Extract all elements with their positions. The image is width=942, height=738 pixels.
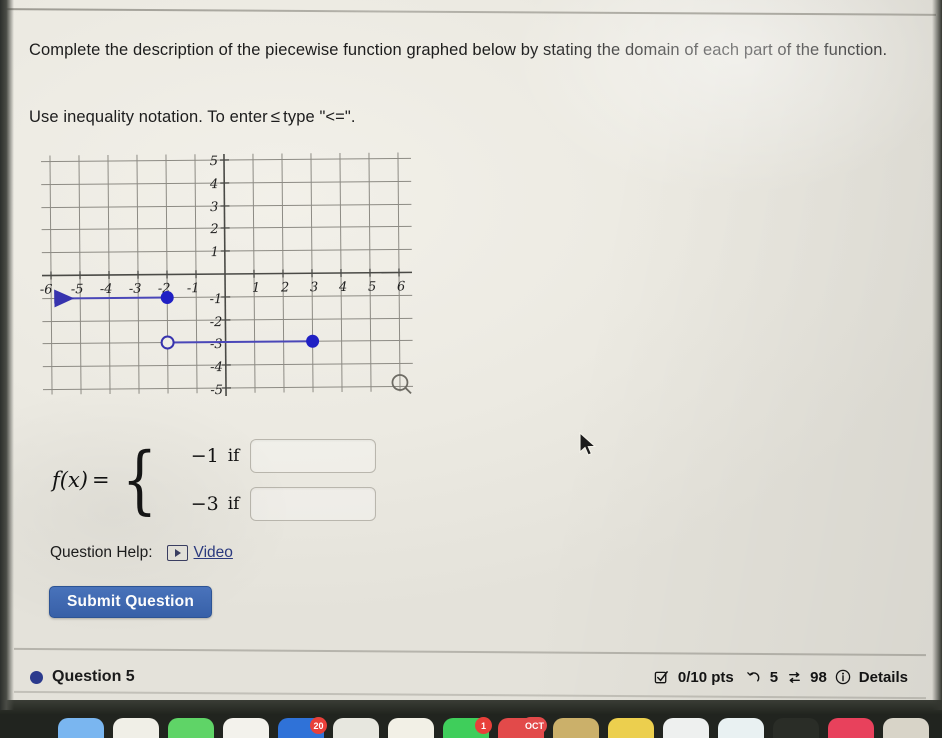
footer-divider-top bbox=[14, 647, 926, 656]
shuffle-count: 98 bbox=[810, 668, 827, 686]
dock-icon-messages[interactable] bbox=[168, 718, 214, 738]
dock-icon-appstore[interactable] bbox=[718, 718, 764, 738]
checkbox-check-icon bbox=[654, 669, 670, 685]
xtick-2: 2 bbox=[280, 280, 289, 295]
case-row-1: −1 if bbox=[173, 439, 377, 473]
dock-icon-facetime[interactable]: 1 bbox=[443, 717, 492, 738]
equals-sign: = bbox=[92, 468, 110, 492]
dock-icon-excel[interactable] bbox=[333, 718, 379, 738]
dock-icon-mail[interactable]: 20 bbox=[278, 717, 327, 738]
closed-point--2--1 bbox=[160, 291, 174, 305]
dock-icon-facetime-badge: 1 bbox=[475, 717, 492, 734]
open-point--2--3 bbox=[160, 335, 175, 350]
dock-icon-mail-badge: 20 bbox=[310, 717, 327, 734]
case-1-value: −1 bbox=[190, 445, 219, 467]
case-row-2: −3 if bbox=[173, 487, 377, 521]
ytick--2: -2 bbox=[210, 315, 223, 330]
question-help-row: Question Help: Video bbox=[50, 544, 233, 562]
case-1-if-label: if bbox=[227, 446, 240, 466]
question-help-label: Question Help: bbox=[50, 544, 153, 561]
question-status-dot bbox=[30, 670, 43, 684]
ytick-5: 5 bbox=[210, 154, 218, 169]
video-play-icon[interactable] bbox=[166, 545, 188, 561]
y-axis bbox=[223, 153, 227, 397]
prompt-line-1: Complete the description of the piecewis… bbox=[29, 41, 792, 59]
photo-edge-left bbox=[0, 0, 14, 710]
undo-arrow-icon bbox=[746, 669, 762, 685]
details-link[interactable]: Details bbox=[859, 669, 908, 686]
xtick-3: 3 bbox=[310, 280, 318, 295]
piece-1-ray bbox=[54, 289, 168, 308]
shuffle-icon bbox=[786, 669, 802, 685]
dock-icon-calendar[interactable]: OCT bbox=[498, 717, 547, 738]
score-text: 0/10 pts bbox=[677, 668, 734, 686]
magnifier-icon[interactable] bbox=[391, 374, 412, 395]
xtick--4: -4 bbox=[100, 282, 113, 297]
question-title: Question 5 bbox=[52, 668, 135, 685]
attempts-count: 5 bbox=[769, 668, 779, 686]
instruction-pre: Use inequality notation. To enter bbox=[29, 108, 268, 126]
video-link[interactable]: Video bbox=[194, 544, 233, 562]
footer-meta: 0/10 pts 5 98 Details bbox=[654, 669, 908, 686]
dock-icon-notes-2[interactable] bbox=[553, 718, 599, 738]
worksheet-page: Complete the description of the piecewis… bbox=[0, 0, 942, 710]
dock-icon-settings[interactable] bbox=[663, 718, 709, 738]
dock-icon-spacer[interactable] bbox=[773, 718, 819, 738]
left-brace: { bbox=[121, 436, 157, 523]
x-axis bbox=[42, 271, 413, 277]
dock-icon-preview[interactable] bbox=[388, 718, 434, 738]
xtick-6: 6 bbox=[397, 279, 405, 294]
closed-point-3--3 bbox=[306, 334, 320, 348]
case-2-value: −3 bbox=[190, 493, 219, 515]
dock-icon-last[interactable] bbox=[883, 718, 929, 738]
case-2-if-label: if bbox=[227, 494, 240, 514]
top-divider bbox=[6, 8, 936, 16]
piecewise-definition: f(x) = { −1 if −3 if bbox=[52, 432, 377, 528]
ytick--4: -4 bbox=[210, 360, 223, 375]
graph-svg: -6 -5 -4 -3 -2 -1 1 2 3 4 5 6 5 4 3 2 1 … bbox=[40, 152, 413, 398]
less-than-or-equal-symbol: ≤ bbox=[270, 107, 281, 126]
domain-input-2[interactable] bbox=[250, 487, 377, 521]
xtick-4: 4 bbox=[338, 280, 347, 295]
dock-icon-reminders[interactable] bbox=[608, 718, 654, 738]
question-prompt: Complete the description of the piecewis… bbox=[29, 40, 909, 62]
ytick-1: 1 bbox=[210, 245, 218, 260]
ytick--5: -5 bbox=[210, 383, 223, 398]
xtick--6: -6 bbox=[40, 283, 53, 298]
function-label: f(x) bbox=[52, 468, 89, 492]
submit-question-button[interactable]: Submit Question bbox=[49, 586, 212, 618]
mouse-cursor bbox=[578, 431, 598, 458]
prompt-line-2: the function. bbox=[796, 41, 888, 59]
dock-icon-calendar-badge: OCT bbox=[522, 717, 547, 734]
info-circle-icon[interactable] bbox=[835, 669, 851, 685]
x-tick-labels: -6 -5 -4 -3 -2 -1 1 2 3 4 5 6 bbox=[40, 279, 406, 297]
dock-icon-row: 20 1 OCT bbox=[0, 717, 942, 738]
dock-icon-photos[interactable] bbox=[223, 718, 269, 738]
xtick-5: 5 bbox=[368, 280, 376, 295]
y-tick-labels: 5 4 3 2 1 -1 -2 -3 -4 -5 bbox=[209, 154, 223, 398]
ytick-4: 4 bbox=[209, 177, 218, 192]
xtick--5: -5 bbox=[71, 282, 84, 297]
xtick--3: -3 bbox=[129, 282, 142, 297]
ytick-2: 2 bbox=[209, 222, 218, 237]
ytick--1: -1 bbox=[209, 292, 222, 307]
xtick-1: 1 bbox=[252, 281, 260, 296]
instruction-post: type "<=". bbox=[283, 108, 356, 126]
question-footer: Question 5 0/10 pts 5 98 Details bbox=[0, 658, 942, 696]
instruction-line: Use inequality notation. To enter ≤ type "… bbox=[29, 107, 729, 127]
dock-icon-finder[interactable] bbox=[58, 718, 104, 738]
dock-icon-music[interactable] bbox=[828, 718, 874, 738]
dock-icon-notes[interactable] bbox=[113, 718, 159, 738]
piecewise-function-graph[interactable]: -6 -5 -4 -3 -2 -1 1 2 3 4 5 6 5 4 3 2 1 … bbox=[29, 144, 421, 402]
photo-edge-right bbox=[932, 0, 942, 710]
cases-list: −1 if −3 if bbox=[173, 439, 377, 521]
piece-2-segment bbox=[167, 340, 313, 344]
ytick-3: 3 bbox=[210, 200, 218, 215]
ytick--3: -3 bbox=[210, 337, 223, 352]
xtick--1: -1 bbox=[187, 281, 200, 296]
domain-input-1[interactable] bbox=[250, 439, 377, 473]
macos-dock: 20 1 OCT bbox=[0, 700, 942, 738]
